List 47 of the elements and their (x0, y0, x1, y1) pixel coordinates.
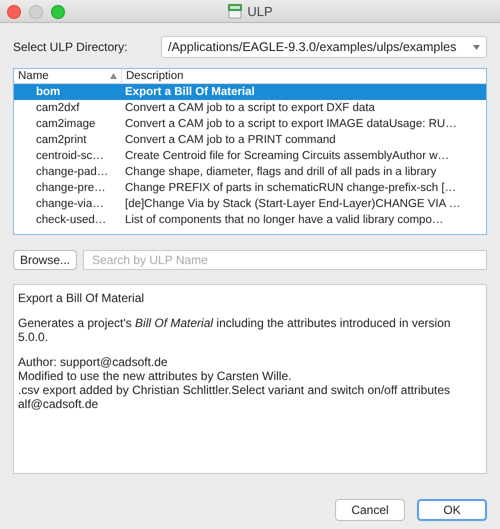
table-cell-text: change-via… (35, 198, 105, 210)
table-cell-text: cam2dxf (35, 102, 80, 114)
table-cell-text: bom (35, 86, 62, 98)
table-cell-text: cam2print (35, 134, 88, 146)
sort-ascending-icon (110, 73, 117, 79)
description-text: Export a Bill Of Material (18, 291, 146, 305)
directory-label: Select ULP Directory: (13, 40, 128, 54)
description-text: Author: support@cadsoft.de (18, 355, 169, 369)
table-cell-text: cam2image (35, 118, 96, 130)
close-button[interactable] (7, 5, 21, 19)
table-row[interactable]: change-pre… Change PREFIX of parts in schematicRUN change-prefix-sch [… (14, 180, 486, 196)
cancel-button[interactable]: Cancel (335, 499, 405, 521)
browse-button[interactable]: Browse... (13, 250, 78, 270)
description-text: .csv export added by Christian Schlittler.Select variant and switch on/off attributes alf@cadsoft.de (18, 383, 451, 411)
description-text: Generates a project's Bill Of Material including the attributes introduced in version 5.0.0. (18, 316, 452, 344)
table-cell-text: Convert a CAM job to a script to export IMAGE dataUsage: RU… (124, 118, 457, 130)
table-cell-text: centroid-sc… (35, 150, 105, 162)
table-row[interactable]: check-used… List of components that no longer have a valid library compo… (14, 212, 486, 228)
table-cell-text: Convert a CAM job to a PRINT command (124, 134, 336, 146)
caret-icon (473, 44, 480, 50)
table-cell-text: Change shape, diameter, flags and drill of all pads in a library (124, 166, 436, 178)
window-title: ULP (247, 4, 273, 18)
table-row[interactable]: cam2dxf Convert a CAM job to a script to export DXF data (14, 100, 486, 116)
table-row[interactable]: cam2image Convert a CAM job to a script to export IMAGE dataUsage: RU… (14, 116, 486, 132)
table-cell-text: check-used… (35, 214, 108, 226)
app-icon (227, 3, 244, 19)
table-cell-text: Convert a CAM job to a script to export DXF data (124, 102, 375, 114)
column-header[interactable]: Description (122, 69, 188, 83)
table-row[interactable]: bom Export a Bill Of Material (14, 84, 486, 100)
table-cell-text: Create Centroid file for Screaming Circuits assemblyAuthor w… (124, 150, 450, 162)
search-field[interactable]: Search by ULP Name (83, 250, 487, 270)
zoom-button[interactable] (51, 5, 65, 19)
description-text: Modified to use the new attributes by Carsten Wille. (18, 369, 292, 383)
table-cell-text: [de]Change Via by Stack (Start-Layer End-Layer)CHANGE VIA … (124, 198, 460, 210)
minimize-button[interactable] (29, 5, 43, 19)
table-row[interactable]: centroid-sc… Create Centroid file for Screaming Circuits assemblyAuthor w… (14, 148, 486, 164)
table-cell-text: change-pre… (35, 182, 107, 194)
directory-dropdown[interactable]: /Applications/EAGLE-9.3.0/examples/ulps/examples (161, 36, 487, 58)
table-cell-text: Export a Bill Of Material (124, 86, 255, 98)
column-header[interactable]: Name (14, 69, 122, 83)
table-cell-text: List of components that no longer have a valid library compo… (124, 214, 444, 226)
table-row[interactable]: change-via… [de]Change Via by Stack (Start-Layer End-Layer)CHANGE VIA … (14, 196, 486, 212)
ok-button[interactable]: OK (417, 499, 487, 521)
table-row[interactable]: cam2print Convert a CAM job to a PRINT command (14, 132, 486, 148)
table-cell-text: change-pad… (35, 166, 110, 178)
table-row[interactable]: change-pad… Change shape, diameter, flags and drill of all pads in a library (14, 164, 486, 180)
table-cell-text: Change PREFIX of parts in schematicRUN change-prefix-sch [… (124, 182, 456, 194)
